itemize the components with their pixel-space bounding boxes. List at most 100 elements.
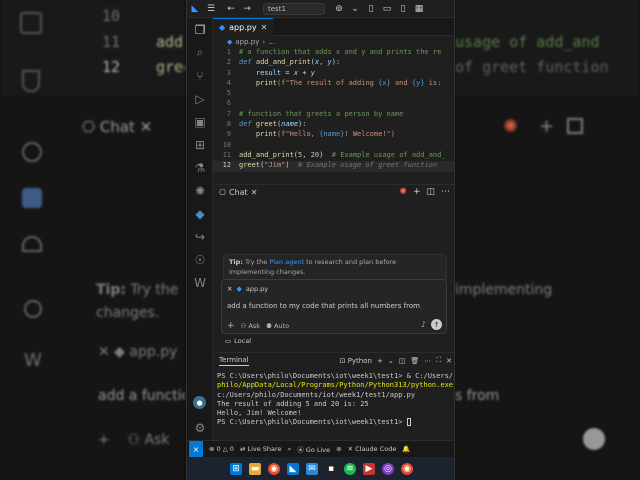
search-icon[interactable]: ⌕ [288,445,292,454]
app-icon[interactable]: ◎ [382,462,394,475]
mail-icon[interactable]: ✉ [306,462,318,475]
code-line: 8 def greet(name): [213,120,454,130]
alien-icon[interactable]: ☉ [187,248,213,271]
line-number: 1 [226,48,231,56]
code-line: 2 def add_and_print(x, y): [213,58,454,68]
line-number: 4 [226,78,231,87]
split-icon[interactable]: ◫ [426,187,435,197]
notifications-icon[interactable]: 🔔 [402,445,410,453]
plus-icon[interactable]: + [377,357,383,365]
explorer-icon[interactable]: ❐ [187,18,213,41]
plan-agent-link[interactable]: Plan agent [269,258,304,266]
source-control-icon[interactable]: ⑂ [187,64,213,87]
settings-gear-icon[interactable]: ⚙ [187,416,213,439]
line-number: 10 [222,140,231,149]
add-context-icon[interactable]: + [227,321,235,331]
claude-code-label: Claude Code [355,445,397,453]
forward-arrow-icon[interactable]: → [239,1,255,17]
trash-icon[interactable]: 🗑 [410,357,419,365]
code-text: print [255,130,277,139]
taskbar: ⊞ ▬ ◉ ◣ ✉ ▪ ≋ ▶ ◎ ◉ [187,457,454,480]
tab-app-py[interactable]: ◆ app.py ✕ [213,17,274,36]
claude-code-button[interactable]: ✕ Claude Code [348,445,397,453]
terminal-profile[interactable]: ⊡ Python [340,357,372,365]
close-icon[interactable]: ✕ [446,357,452,365]
code-text: = [281,68,294,77]
more-icon[interactable]: ⋯ [441,187,450,197]
live-share-icon[interactable]: ↪ [187,225,213,248]
testing-icon[interactable]: ⚗ [187,156,213,179]
chevron-down-icon[interactable]: ⌄ [388,357,394,365]
split-terminal-icon[interactable]: ◫ [399,357,406,365]
close-icon[interactable]: ✕ [227,285,232,293]
terminal-header: Terminal ⊡ Python + ⌄ ◫ 🗑 ⋯ ⛶ ✕ [213,352,454,368]
bg-split-icon [567,118,583,134]
chat-input-box[interactable]: ✕ ◆ app.py add a function to my code tha… [221,279,447,334]
live-share-label: Live Share [247,445,282,453]
chat-tab[interactable]: ⎔ Chat ✕ [219,188,257,197]
terminal-cursor [406,418,411,427]
breadcrumb-file[interactable]: app.py [235,38,259,46]
layout-icon[interactable]: ▦ [411,1,427,17]
plus-icon[interactable]: + [413,187,421,197]
attached-file[interactable]: ✕ ◆ app.py [227,285,268,293]
claude-icon[interactable]: ✺ [399,187,407,197]
python-icon[interactable]: ◆ [187,202,213,225]
local-indicator[interactable]: ▭ Local [225,337,251,345]
close-icon[interactable]: ✕ [261,23,268,32]
maximize-icon[interactable]: ⛶ [436,356,441,365]
titlebar: ◣ ☰ ← → test1 ⊚ ⌄ ▯ ▭ ▯ ▦ [187,0,454,18]
search-icon[interactable]: ⌕ [187,41,213,64]
remote-explorer-icon[interactable]: ▣ [187,110,213,133]
w-icon[interactable]: W [187,271,213,294]
back-arrow-icon[interactable]: ← [223,1,239,17]
toggle-panel-icon[interactable]: ▭ [379,1,395,17]
code-line: 4 print(f"The result of adding {x} and {… [213,78,454,89]
microphone-icon[interactable]: ♪ [421,320,426,329]
more-icon[interactable]: ⋯ [424,357,431,365]
code-text: ): [298,120,307,129]
command-center-search[interactable]: test1 [263,2,325,15]
claude-icon[interactable]: ✺ [187,179,213,202]
chat-input-text[interactable]: add a function to my code that prints al… [227,302,420,310]
bg-flask-icon [22,70,40,92]
file-explorer-icon[interactable]: ▬ [249,462,261,475]
code-editor[interactable]: 1 # a function that adds x and y and prin… [213,48,454,172]
send-button[interactable]: ↑ [431,319,442,330]
chevron-down-icon[interactable]: ⌄ [347,1,363,17]
model-picker[interactable]: ⚉ Auto [266,322,289,330]
copilot-icon[interactable]: ⊚ [331,1,347,17]
chrome-icon[interactable]: ◉ [401,462,413,475]
live-share-button[interactable]: ⇄ Live Share [240,445,282,453]
extensions-icon[interactable]: ⊞ [187,133,213,156]
windows-start-icon[interactable]: ⊞ [230,462,242,475]
code-text: {y} [411,78,425,87]
tip-label: Tip: [229,258,243,266]
menu-icon[interactable]: ☰ [203,1,219,17]
mode-picker[interactable]: ⚇ Ask [241,322,261,330]
bg-gear-icon [22,142,42,162]
run-debug-icon[interactable]: ▷ [187,87,213,110]
remote-icon[interactable]: ⨯ [189,440,203,458]
local-label: Local [234,337,252,345]
terminal-tab[interactable]: Terminal [219,356,249,366]
spotify-icon[interactable]: ≋ [344,462,356,475]
account-avatar[interactable]: ● [193,396,206,409]
close-icon[interactable]: ✕ [251,188,258,197]
breadcrumb-more[interactable]: ... [268,38,275,46]
go-live-button[interactable]: ⦿ Go Live [297,444,330,454]
terminal-output[interactable]: PS C:\Users\philo\Documents\iot\week1\te… [217,372,453,428]
video-app-icon[interactable]: ▶ [363,462,375,475]
chrome-icon[interactable]: ◉ [268,462,280,475]
toggle-secondary-sidebar-icon[interactable]: ▯ [395,1,411,17]
vscode-taskbar-icon[interactable]: ◣ [287,462,299,475]
code-text: and [390,78,412,87]
copilot-icon[interactable]: ⊚ [336,445,341,453]
code-text: (f"The result of adding [276,78,379,87]
python-file-icon: ◆ [227,38,233,46]
toggle-sidebar-icon[interactable]: ▯ [363,1,379,17]
terminal-taskbar-icon[interactable]: ▪ [325,462,337,475]
problems-indicator[interactable]: ⊗ 0 △ 0 [209,445,234,453]
bg-chat-label: ⎔ Chat ✕ [82,118,153,136]
code-text: {x} [378,78,391,87]
